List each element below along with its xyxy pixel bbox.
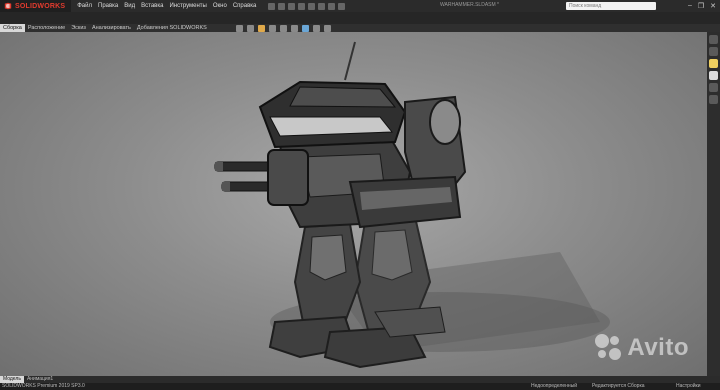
undo-icon[interactable]	[308, 2, 316, 10]
gun-housing-left	[267, 149, 309, 206]
hide-show-icon[interactable]	[291, 25, 298, 32]
shoulder-right-joint	[429, 99, 461, 145]
command-manager	[0, 12, 720, 24]
status-settings[interactable]: Настройки	[676, 383, 701, 390]
tab-model[interactable]: Модель	[0, 376, 24, 383]
menu-window[interactable]: Окно	[213, 3, 227, 9]
solidworks-logo[interactable]: SOLIDWORKS	[0, 0, 72, 12]
menu-insert[interactable]: Вставка	[141, 3, 163, 9]
tab-sketch[interactable]: Эскиз	[68, 24, 89, 32]
menu-bar: Файл Правка Вид Вставка Инструменты Окно…	[71, 3, 262, 9]
leg-right-rear-plate	[371, 229, 413, 281]
tab-assembly[interactable]: Сборка	[0, 24, 25, 32]
apply-scene-icon[interactable]	[313, 25, 320, 32]
options-icon[interactable]	[338, 2, 346, 10]
print-icon[interactable]	[298, 2, 306, 10]
search-placeholder: Поиск команд	[569, 3, 602, 9]
appearance-icon[interactable]	[709, 71, 718, 80]
rebuild-icon[interactable]	[328, 2, 336, 10]
gun-muzzle-2	[222, 182, 230, 191]
menu-file[interactable]: Файл	[77, 3, 92, 9]
save-icon[interactable]	[288, 2, 296, 10]
parts-icon[interactable]	[709, 47, 718, 56]
window-controls: – ❐ ✕	[688, 2, 716, 10]
home-icon[interactable]	[709, 35, 718, 44]
avito-watermark: Avito	[595, 334, 689, 362]
quick-access-toolbar	[268, 2, 346, 10]
search-commands-input[interactable]: Поиск команд	[566, 2, 656, 10]
tab-addins[interactable]: Добавления SOLIDWORKS	[134, 24, 210, 32]
status-definition: Недоопределенный	[531, 383, 578, 389]
task-pane	[707, 32, 720, 376]
palette-icon[interactable]	[709, 83, 718, 92]
open-icon[interactable]	[278, 2, 286, 10]
heads-up-toolbar	[236, 25, 331, 32]
tab-animation[interactable]: Анимация1	[24, 376, 56, 383]
document-title: WARHAMMER.SLDASM *	[440, 2, 499, 8]
custom-properties-icon[interactable]	[709, 95, 718, 104]
select-icon[interactable]	[318, 2, 326, 10]
status-version: SOLIDWORKS Premium 2019 SP3.0	[2, 383, 85, 389]
title-bar: SOLIDWORKS Файл Правка Вид Вставка Инстр…	[0, 0, 720, 12]
antenna	[344, 41, 356, 81]
menu-tools[interactable]: Инструменты	[169, 3, 206, 9]
display-style-icon[interactable]	[280, 25, 287, 32]
menu-view[interactable]: Вид	[124, 3, 135, 9]
avito-text: Avito	[627, 334, 689, 361]
status-mode: Редактируется Сборка	[592, 383, 645, 389]
zoom-fit-icon[interactable]	[236, 25, 243, 32]
menu-help[interactable]: Справка	[233, 3, 257, 9]
graphics-area[interactable]: Avito	[0, 32, 707, 376]
view-orientation-icon[interactable]	[269, 25, 276, 32]
logo-text: SOLIDWORKS	[15, 2, 66, 10]
tab-layout[interactable]: Расположение	[25, 24, 68, 32]
zoom-area-icon[interactable]	[247, 25, 254, 32]
edit-appearance-icon[interactable]	[302, 25, 309, 32]
minimize-icon[interactable]: –	[688, 2, 692, 10]
cockpit-visor	[269, 116, 394, 137]
gun-muzzle-1	[215, 162, 223, 171]
new-icon[interactable]	[268, 2, 276, 10]
command-tabs: Сборка Расположение Эскиз Анализировать …	[0, 24, 720, 32]
section-view-icon[interactable]	[258, 25, 265, 32]
folder-icon[interactable]	[709, 59, 718, 68]
close-icon[interactable]: ✕	[710, 2, 716, 10]
cockpit-roof	[289, 86, 397, 108]
robot-model	[214, 41, 610, 369]
leg-left-plate	[309, 234, 347, 281]
tab-evaluate[interactable]: Анализировать	[89, 24, 134, 32]
bottom-tabs: Модель Анимация1	[0, 376, 720, 383]
status-bar: SOLIDWORKS Premium 2019 SP3.0 Недоопреде…	[0, 383, 720, 390]
ds-logo-icon	[4, 2, 12, 10]
view-settings-icon[interactable]	[324, 25, 331, 32]
avito-logo-icon	[595, 334, 623, 362]
restore-icon[interactable]: ❐	[698, 2, 704, 10]
menu-edit[interactable]: Правка	[98, 3, 118, 9]
